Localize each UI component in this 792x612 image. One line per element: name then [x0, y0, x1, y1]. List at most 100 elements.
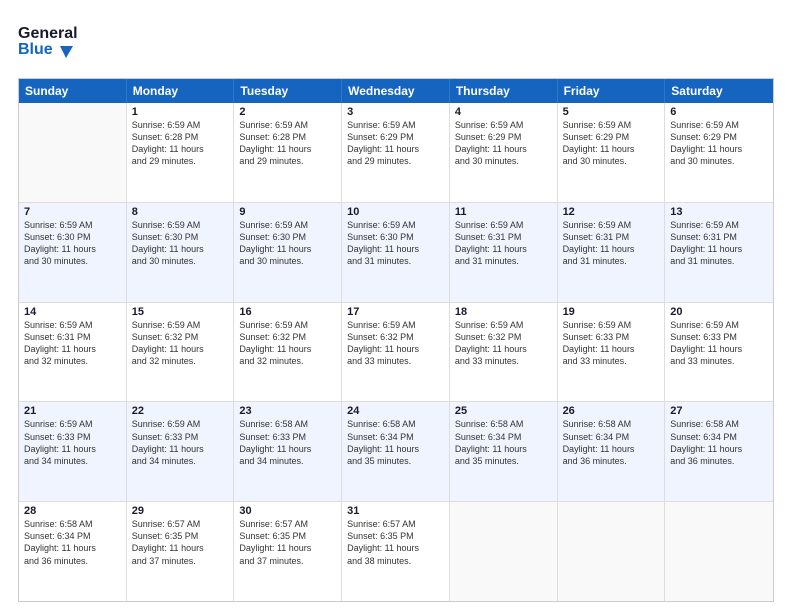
calendar-row-1: 1Sunrise: 6:59 AMSunset: 6:28 PMDaylight…: [19, 103, 773, 203]
cell-line: Sunrise: 6:59 AM: [670, 319, 768, 331]
cell-line: Sunrise: 6:59 AM: [239, 319, 336, 331]
day-number: 15: [132, 306, 229, 318]
cell-line: Daylight: 11 hours: [24, 343, 121, 355]
cell-line: Daylight: 11 hours: [347, 243, 444, 255]
cell-line: Daylight: 11 hours: [347, 542, 444, 554]
svg-text:Blue: Blue: [18, 41, 53, 58]
cell-line: Sunrise: 6:59 AM: [670, 119, 768, 131]
cell-line: Daylight: 11 hours: [24, 443, 121, 455]
day-number: 21: [24, 405, 121, 417]
cell-line: and 34 minutes.: [132, 455, 229, 467]
cell-line: and 30 minutes.: [563, 155, 660, 167]
cell-line: Sunrise: 6:58 AM: [239, 418, 336, 430]
cell-line: and 32 minutes.: [132, 355, 229, 367]
cell-line: Sunrise: 6:57 AM: [347, 518, 444, 530]
day-cell-22: 22Sunrise: 6:59 AMSunset: 6:33 PMDayligh…: [127, 402, 235, 501]
cell-line: Sunset: 6:34 PM: [563, 431, 660, 443]
cell-line: Sunset: 6:33 PM: [132, 431, 229, 443]
cell-line: Sunrise: 6:59 AM: [132, 119, 229, 131]
cell-line: Daylight: 11 hours: [132, 443, 229, 455]
day-number: 18: [455, 306, 552, 318]
cell-line: Daylight: 11 hours: [670, 343, 768, 355]
day-cell-19: 19Sunrise: 6:59 AMSunset: 6:33 PMDayligh…: [558, 303, 666, 402]
cell-line: and 36 minutes.: [563, 455, 660, 467]
cell-line: and 33 minutes.: [347, 355, 444, 367]
cell-line: and 31 minutes.: [455, 255, 552, 267]
cell-line: Daylight: 11 hours: [347, 343, 444, 355]
cell-line: Daylight: 11 hours: [455, 243, 552, 255]
cell-line: Sunset: 6:32 PM: [455, 331, 552, 343]
cell-line: Sunset: 6:35 PM: [347, 530, 444, 542]
cell-line: and 30 minutes.: [239, 255, 336, 267]
cell-line: Sunset: 6:33 PM: [24, 431, 121, 443]
day-number: 10: [347, 206, 444, 218]
cell-line: Sunrise: 6:59 AM: [132, 418, 229, 430]
cell-line: Sunset: 6:31 PM: [670, 231, 768, 243]
cell-line: and 33 minutes.: [455, 355, 552, 367]
cell-line: Daylight: 11 hours: [670, 243, 768, 255]
cell-line: and 35 minutes.: [455, 455, 552, 467]
header-day-monday: Monday: [127, 79, 235, 103]
cell-line: Daylight: 11 hours: [24, 542, 121, 554]
calendar-body: 1Sunrise: 6:59 AMSunset: 6:28 PMDaylight…: [19, 103, 773, 601]
day-number: 28: [24, 505, 121, 517]
cell-line: Daylight: 11 hours: [563, 143, 660, 155]
cell-line: Sunset: 6:30 PM: [347, 231, 444, 243]
cell-line: Daylight: 11 hours: [239, 243, 336, 255]
cell-line: Sunrise: 6:59 AM: [455, 219, 552, 231]
cell-line: Sunset: 6:31 PM: [24, 331, 121, 343]
empty-cell: [450, 502, 558, 601]
day-cell-4: 4Sunrise: 6:59 AMSunset: 6:29 PMDaylight…: [450, 103, 558, 202]
header-day-saturday: Saturday: [665, 79, 773, 103]
day-cell-14: 14Sunrise: 6:59 AMSunset: 6:31 PMDayligh…: [19, 303, 127, 402]
day-cell-13: 13Sunrise: 6:59 AMSunset: 6:31 PMDayligh…: [665, 203, 773, 302]
day-number: 23: [239, 405, 336, 417]
day-number: 14: [24, 306, 121, 318]
day-cell-31: 31Sunrise: 6:57 AMSunset: 6:35 PMDayligh…: [342, 502, 450, 601]
cell-line: Daylight: 11 hours: [563, 243, 660, 255]
cell-line: Daylight: 11 hours: [132, 542, 229, 554]
cell-line: Sunrise: 6:59 AM: [239, 119, 336, 131]
cell-line: Sunset: 6:35 PM: [239, 530, 336, 542]
cell-line: Daylight: 11 hours: [347, 443, 444, 455]
day-cell-2: 2Sunrise: 6:59 AMSunset: 6:28 PMDaylight…: [234, 103, 342, 202]
day-cell-15: 15Sunrise: 6:59 AMSunset: 6:32 PMDayligh…: [127, 303, 235, 402]
cell-line: and 31 minutes.: [670, 255, 768, 267]
day-number: 29: [132, 505, 229, 517]
cell-line: Sunrise: 6:59 AM: [239, 219, 336, 231]
cell-line: and 30 minutes.: [455, 155, 552, 167]
cell-line: and 29 minutes.: [239, 155, 336, 167]
day-number: 9: [239, 206, 336, 218]
day-number: 26: [563, 405, 660, 417]
cell-line: Sunset: 6:28 PM: [239, 131, 336, 143]
logo: General Blue: [18, 18, 78, 68]
cell-line: and 29 minutes.: [132, 155, 229, 167]
cell-line: Sunrise: 6:59 AM: [347, 119, 444, 131]
cell-line: Daylight: 11 hours: [132, 143, 229, 155]
cell-line: Sunset: 6:31 PM: [455, 231, 552, 243]
calendar-row-5: 28Sunrise: 6:58 AMSunset: 6:34 PMDayligh…: [19, 502, 773, 601]
header-day-sunday: Sunday: [19, 79, 127, 103]
header: General Blue: [18, 18, 774, 68]
cell-line: Daylight: 11 hours: [239, 343, 336, 355]
cell-line: Sunrise: 6:57 AM: [239, 518, 336, 530]
cell-line: Sunset: 6:32 PM: [347, 331, 444, 343]
cell-line: Daylight: 11 hours: [563, 343, 660, 355]
day-number: 4: [455, 106, 552, 118]
cell-line: Sunrise: 6:58 AM: [24, 518, 121, 530]
cell-line: Sunrise: 6:58 AM: [670, 418, 768, 430]
cell-line: Sunrise: 6:57 AM: [132, 518, 229, 530]
cell-line: Sunrise: 6:59 AM: [563, 219, 660, 231]
cell-line: and 36 minutes.: [670, 455, 768, 467]
day-number: 6: [670, 106, 768, 118]
cell-line: Daylight: 11 hours: [455, 443, 552, 455]
day-cell-8: 8Sunrise: 6:59 AMSunset: 6:30 PMDaylight…: [127, 203, 235, 302]
cell-line: Sunrise: 6:59 AM: [24, 418, 121, 430]
page: General Blue SundayMondayTuesdayWednesda…: [0, 0, 792, 612]
cell-line: Sunset: 6:34 PM: [347, 431, 444, 443]
cell-line: Sunrise: 6:59 AM: [132, 319, 229, 331]
calendar-row-3: 14Sunrise: 6:59 AMSunset: 6:31 PMDayligh…: [19, 303, 773, 403]
cell-line: Sunrise: 6:58 AM: [563, 418, 660, 430]
day-cell-18: 18Sunrise: 6:59 AMSunset: 6:32 PMDayligh…: [450, 303, 558, 402]
cell-line: and 30 minutes.: [24, 255, 121, 267]
